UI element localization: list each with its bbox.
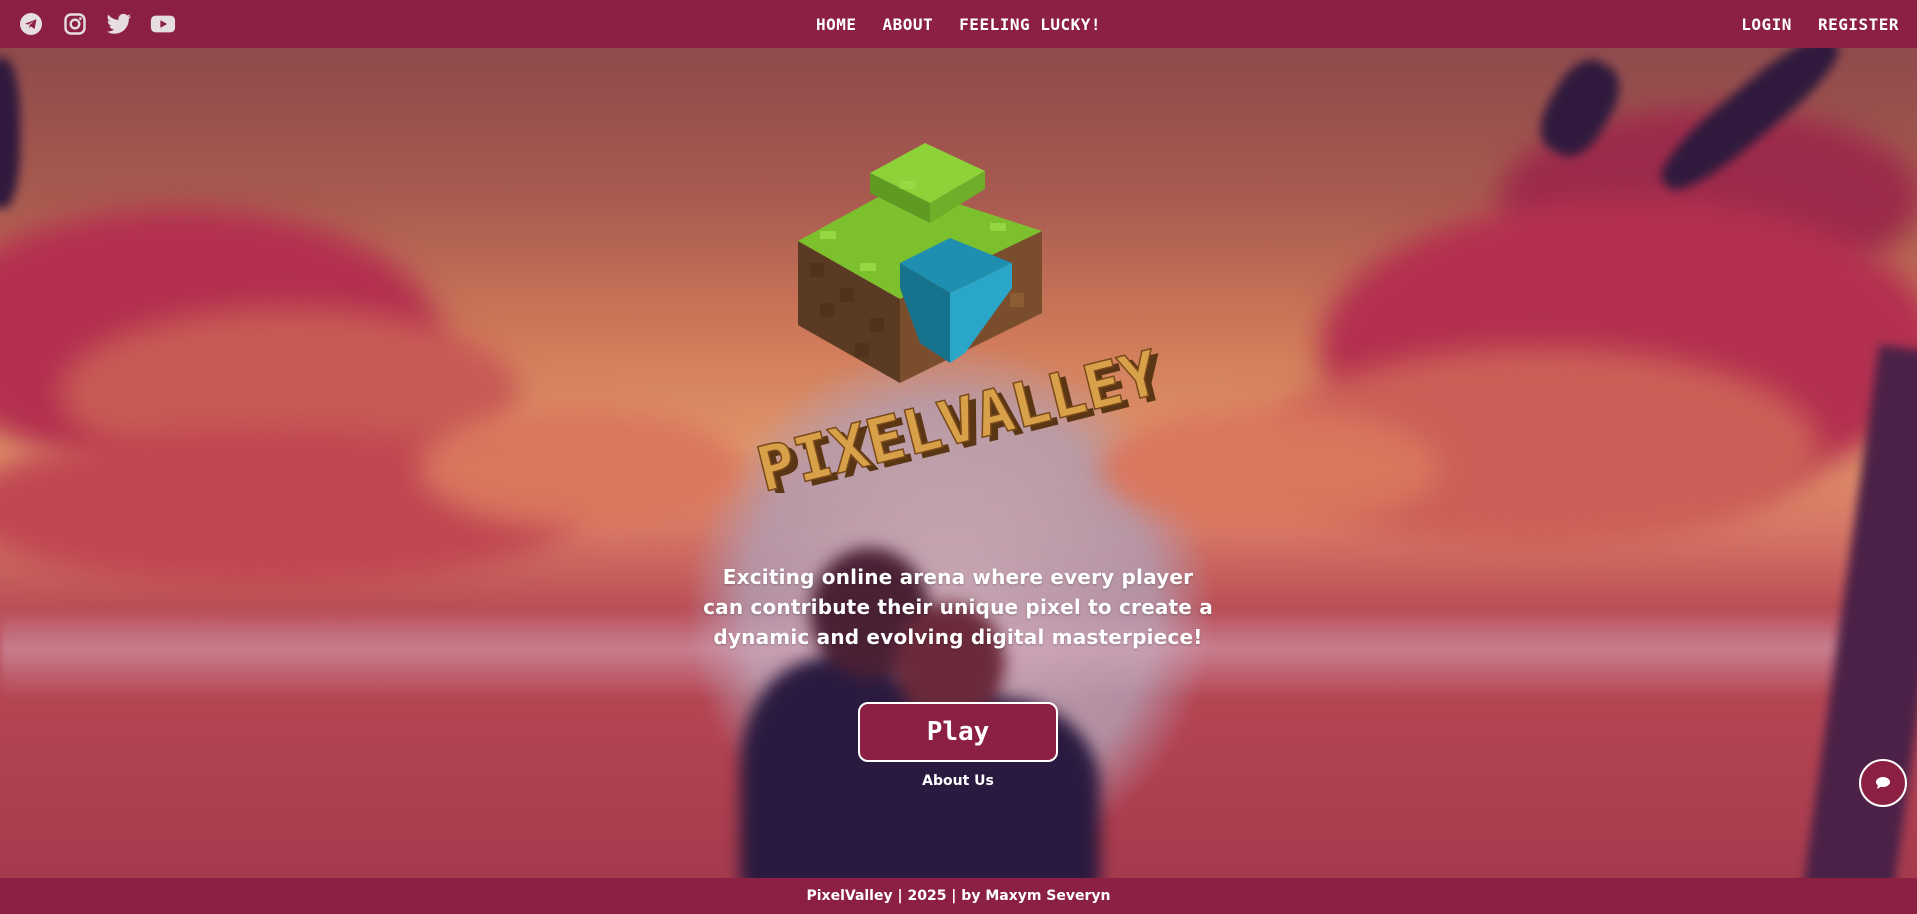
register-link[interactable]: REGISTER — [1818, 15, 1899, 34]
play-button[interactable]: Play — [858, 702, 1058, 762]
main-nav: HOME ABOUT FEELING LUCKY! — [816, 15, 1101, 34]
logo-wordmark: PIXELVALLEY PIXELVALLEY — [749, 335, 1174, 510]
chat-icon — [1876, 777, 1890, 789]
footer-credits: PixelValley | 2025 | by Maxym Severyn — [806, 888, 1111, 904]
hero-section: PIXELVALLEY PIXELVALLEY Exciting online … — [0, 48, 1917, 878]
page-footer: PixelValley | 2025 | by Maxym Severyn — [0, 878, 1917, 914]
svg-text:PIXELVALLEY: PIXELVALLEY — [750, 336, 1167, 493]
twitter-link[interactable] — [106, 11, 132, 37]
instagram-link[interactable] — [62, 11, 88, 37]
nav-feeling-lucky[interactable]: FEELING LUCKY! — [959, 15, 1101, 34]
top-navbar: HOME ABOUT FEELING LUCKY! LOGIN REGISTER — [0, 0, 1917, 48]
nav-about[interactable]: ABOUT — [883, 15, 934, 34]
island-block-icon — [798, 143, 1042, 383]
about-us-link[interactable]: About Us — [858, 773, 1058, 789]
youtube-link[interactable] — [150, 11, 176, 37]
hero-tagline: Exciting online arena where every player… — [703, 565, 1213, 649]
auth-nav: LOGIN REGISTER — [1741, 15, 1899, 34]
instagram-icon — [64, 13, 86, 35]
nav-home[interactable]: HOME — [816, 15, 857, 34]
telegram-icon — [20, 13, 42, 35]
telegram-link[interactable] — [18, 11, 44, 37]
chat-button[interactable] — [1859, 759, 1907, 807]
twitter-icon — [106, 13, 131, 34]
social-links — [18, 11, 438, 37]
pixelvalley-logo: PIXELVALLEY PIXELVALLEY — [749, 113, 1174, 511]
login-link[interactable]: LOGIN — [1741, 15, 1792, 34]
youtube-icon — [150, 15, 176, 33]
